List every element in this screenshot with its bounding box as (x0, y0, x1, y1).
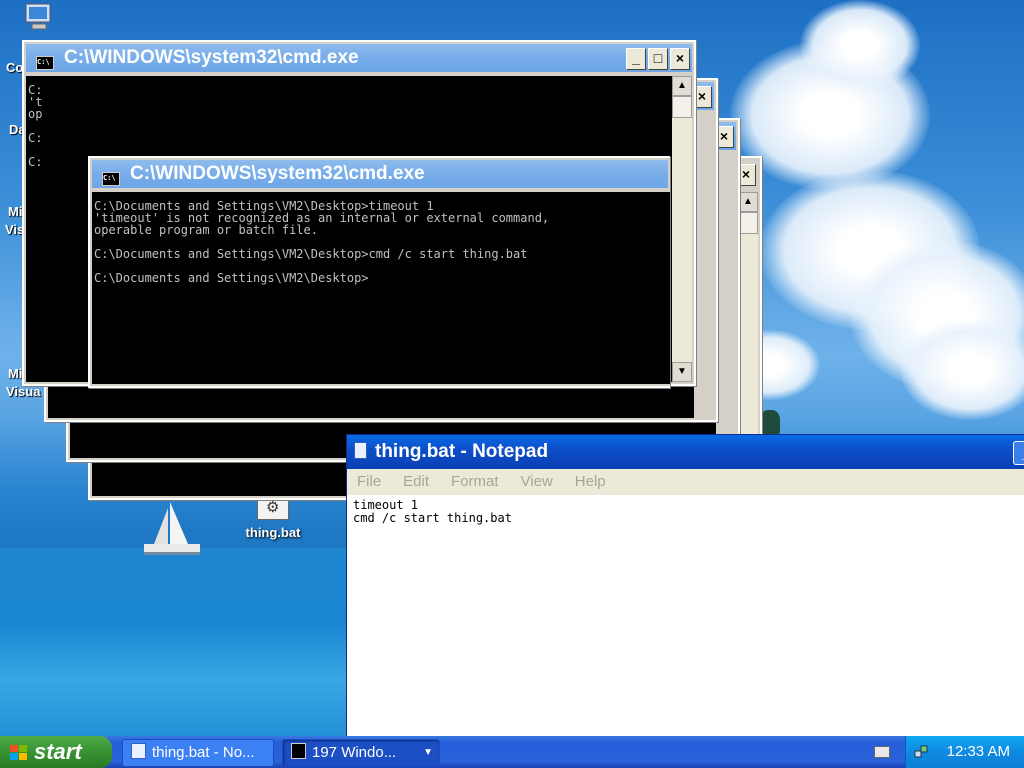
menu-file[interactable]: File (357, 469, 381, 495)
desktop-icon-label[interactable]: Mi (8, 204, 22, 219)
cmd-window-active[interactable]: C:\ C:\WINDOWS\system32\cmd.exe C:\Docume… (88, 156, 670, 388)
scroll-up-arrow-icon[interactable]: ▲ (672, 76, 692, 96)
keyboard-icon[interactable] (874, 746, 890, 758)
close-icon[interactable]: × (670, 48, 690, 70)
console-line: C: (28, 155, 43, 169)
thing-bat-icon-label: thing.bat (245, 525, 301, 540)
network-icon[interactable] (914, 745, 928, 759)
desktop-icon-label[interactable]: Co (6, 60, 23, 75)
taskbar-button-label: 197 Windo... (312, 744, 397, 761)
taskbar-button-label: thing.bat - No... (152, 744, 255, 761)
start-label: start (34, 739, 82, 764)
scroll-up-arrow-icon[interactable]: ▲ (738, 192, 758, 212)
console-line: C: (28, 131, 43, 145)
desktop-icon-label[interactable]: Visua (6, 384, 40, 399)
cmd-icon (291, 743, 306, 759)
vertical-scrollbar[interactable]: ▲ ▼ (672, 76, 692, 382)
window-title: C:\WINDOWS\system32\cmd.exe (130, 163, 425, 184)
cloud (800, 0, 920, 90)
console-output: C:\Documents and Settings\VM2\Desktop>ti… (92, 192, 670, 384)
window-controls: _□× (624, 48, 690, 70)
cmd-icon: C:\ (102, 172, 120, 186)
sailboat-image (144, 502, 200, 555)
palm-silhouette (760, 410, 780, 434)
desktop-icon-label[interactable]: Mi (8, 366, 22, 381)
windows-logo-icon (10, 745, 28, 761)
system-tray: 12:33 AM (905, 736, 1024, 768)
menu-edit[interactable]: Edit (403, 469, 429, 495)
notepad-icon (131, 743, 146, 759)
taskbar: start thing.bat - No... 197 Windo... ▼ 1… (0, 736, 1024, 768)
window-title-bar[interactable]: thing.bat - Notepad _ (347, 435, 1024, 469)
menu-format[interactable]: Format (451, 469, 499, 495)
thing-bat-desktop-icon[interactable]: thing.bat (238, 496, 308, 542)
taskbar-button-cmd-group[interactable]: 197 Windo... ▼ (282, 739, 440, 767)
window-title-bar[interactable]: C:\ C:\WINDOWS\system32\cmd.exe (26, 44, 692, 72)
clock[interactable]: 12:33 AM (947, 736, 1010, 768)
taskbar-button-notepad[interactable]: thing.bat - No... (122, 739, 274, 767)
menu-view[interactable]: View (521, 469, 553, 495)
minimize-icon[interactable]: _ (626, 48, 646, 70)
cloud (900, 320, 1024, 420)
maximize-icon[interactable]: □ (648, 48, 668, 70)
chevron-down-icon: ▼ (423, 747, 433, 758)
scroll-down-arrow-icon[interactable]: ▼ (672, 362, 692, 382)
window-title: thing.bat - Notepad (375, 441, 549, 462)
window-title-bar[interactable]: C:\ C:\WINDOWS\system32\cmd.exe (92, 160, 668, 188)
notepad-window[interactable]: thing.bat - Notepad _ File Edit Format View… (346, 434, 1024, 756)
notepad-icon (354, 442, 367, 459)
scroll-thumb[interactable] (672, 96, 692, 118)
cmd-icon: C:\ (36, 56, 54, 70)
menu-help[interactable]: Help (575, 469, 606, 495)
my-computer-icon[interactable] (22, 2, 56, 32)
minimize-icon[interactable]: _ (1013, 441, 1024, 465)
menu-bar: File Edit Format View Help (347, 469, 1024, 495)
scroll-thumb[interactable] (738, 212, 758, 234)
window-title: C:\WINDOWS\system32\cmd.exe (64, 47, 359, 68)
text-editor-area[interactable]: timeout 1 cmd /c start thing.bat (353, 499, 1024, 755)
console-line: op (28, 107, 43, 121)
start-button[interactable]: start (0, 736, 112, 768)
